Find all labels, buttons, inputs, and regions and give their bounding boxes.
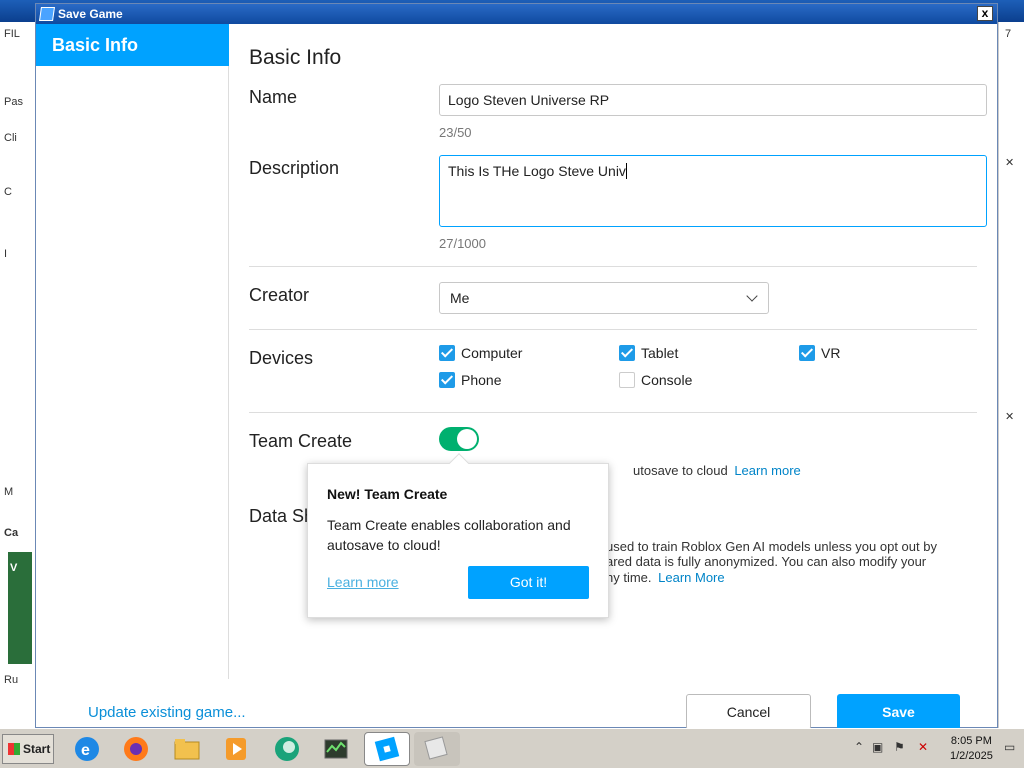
device-label: Tablet [641,345,679,361]
bg-fragment-right: 7 [1005,28,1012,40]
creator-selected-value: Me [450,290,470,306]
device-vr-checkbox[interactable]: VR [799,345,840,361]
device-label: Phone [461,372,502,388]
popover-title: New! Team Create [327,486,448,502]
file-explorer-icon[interactable] [170,732,204,766]
task-manager-icon[interactable] [319,732,353,766]
data-sharing-line-2: ared data is fully anonymized. You can a… [606,554,927,569]
checkbox-checked-icon[interactable] [439,345,455,361]
page-title: Basic Info [249,46,342,69]
bg-fragment-v: V [10,562,18,574]
device-label: Console [641,372,693,388]
team-create-description: utosave to cloud Learn more [633,463,801,478]
save-button[interactable]: Save [837,694,960,730]
team-create-popover: New! Team Create Team Create enables col… [307,453,609,618]
windows-logo-icon [8,743,20,755]
popover-learn-more-link[interactable]: Learn more [327,574,399,590]
divider [249,412,977,413]
system-tray: ⌃ ▣ ⚑ ✕ 8:05 PM 1/2/2025 ▭ [850,732,1022,766]
creator-label: Creator [249,285,310,305]
data-sharing-line-3: ny time. Learn More [606,570,725,585]
team-create-toggle[interactable] [439,427,479,451]
team-create-description-text: utosave to cloud [633,463,728,478]
device-phone-checkbox[interactable]: Phone [439,372,501,388]
device-label: VR [821,345,841,361]
divider [249,266,977,267]
flag-icon[interactable]: ⚑ [894,740,908,754]
bg-fragment-i: I [4,248,8,260]
data-sharing-label: Data Sh [249,506,315,526]
cancel-button[interactable]: Cancel [686,694,811,730]
chevron-down-icon [746,290,758,302]
data-sharing-line-3-text: ny time. [606,570,652,585]
dialog-titlebar[interactable]: Save Game x [36,4,997,24]
firefox-icon[interactable] [119,732,153,766]
sidebar-item-basic-info[interactable]: Basic Info [36,24,229,66]
bg-fragment-clipboard: Cli [4,132,17,144]
dialog-body: Basic Info Basic Info Name Logo Steven U… [36,24,997,730]
popover-body: Team Create enables collaboration and au… [327,517,571,553]
dialog-title: Save Game [58,7,123,21]
taskbar: Start e ⌃ ▣ ⚑ ✕ 8:05 PM 1/2/2025 ▭ [0,728,1024,768]
description-text: This Is THe Logo Steve Univ [448,163,626,179]
clock-time: 8:05 PM [950,735,992,747]
internet-explorer-icon[interactable]: e [70,732,104,766]
start-label: Start [23,742,51,756]
device-computer-checkbox[interactable]: Computer [439,345,522,361]
device-console-checkbox[interactable]: Console [619,372,692,388]
clock[interactable]: 8:05 PM 1/2/2025 [950,734,993,764]
background-right-panel: 7 ✕ ✕ [998,22,1024,728]
name-input[interactable]: Logo Steven Universe RP [439,84,987,116]
team-create-learn-more-link[interactable]: Learn more [734,463,800,478]
checkbox-checked-icon[interactable] [439,372,455,388]
device-label: Computer [461,345,523,361]
close-icon[interactable]: ✕ [1005,410,1014,423]
browser-icon[interactable] [270,732,304,766]
background-left-panel: FIL Pas Cli C I M Ca V Ru [0,22,36,728]
bg-fragment-m: M [4,486,14,498]
description-label: Description [249,158,340,178]
bg-fragment-file-menu[interactable]: FIL [4,28,20,40]
update-existing-game-link[interactable]: Update existing game... [88,704,246,721]
checkbox-checked-icon[interactable] [799,345,815,361]
bg-fragment-ru: Ru [4,674,19,686]
dialog-sidebar: Basic Info [36,24,229,679]
close-icon[interactable]: x [977,6,993,21]
start-button[interactable]: Start [2,734,54,764]
name-counter: 23/50 [439,125,472,140]
checkbox-unchecked-icon[interactable] [619,372,635,388]
show-desktop-icon[interactable]: ▭ [1004,740,1018,754]
roblox-studio-icon [39,7,55,21]
media-player-icon[interactable] [219,732,253,766]
name-label: Name [249,87,298,107]
device-tablet-checkbox[interactable]: Tablet [619,345,678,361]
team-create-label: Team Create [249,431,353,451]
network-icon[interactable]: ▣ [872,740,886,754]
save-game-dialog: Save Game x Basic Info Basic Info Name L… [35,3,998,730]
close-icon[interactable]: ✕ [1005,156,1014,169]
volume-muted-icon[interactable]: ✕ [918,740,932,754]
creator-select[interactable]: Me [439,282,769,314]
divider [249,329,977,330]
data-sharing-learn-more-link[interactable]: Learn More [658,570,724,585]
roblox-studio-icon[interactable] [364,732,410,766]
clock-date: 1/2/2025 [950,750,993,762]
data-sharing-line-1: used to train Roblox Gen AI models unles… [606,539,937,554]
got-it-button[interactable]: Got it! [468,566,589,599]
chevron-up-icon[interactable]: ⌃ [854,740,868,754]
bg-fragment-c: C [4,186,12,198]
roblox-icon[interactable] [414,732,460,766]
bg-fragment-ca: Ca [4,527,19,539]
checkbox-checked-icon[interactable] [619,345,635,361]
description-field[interactable]: This Is THe Logo Steve Univ [439,155,987,227]
bg-fragment-paste: Pas [4,96,23,108]
svg-text:e: e [81,742,90,759]
description-counter: 27/1000 [439,236,486,251]
text-caret [625,163,627,179]
devices-label: Devices [249,348,314,368]
toggle-knob [457,429,477,449]
